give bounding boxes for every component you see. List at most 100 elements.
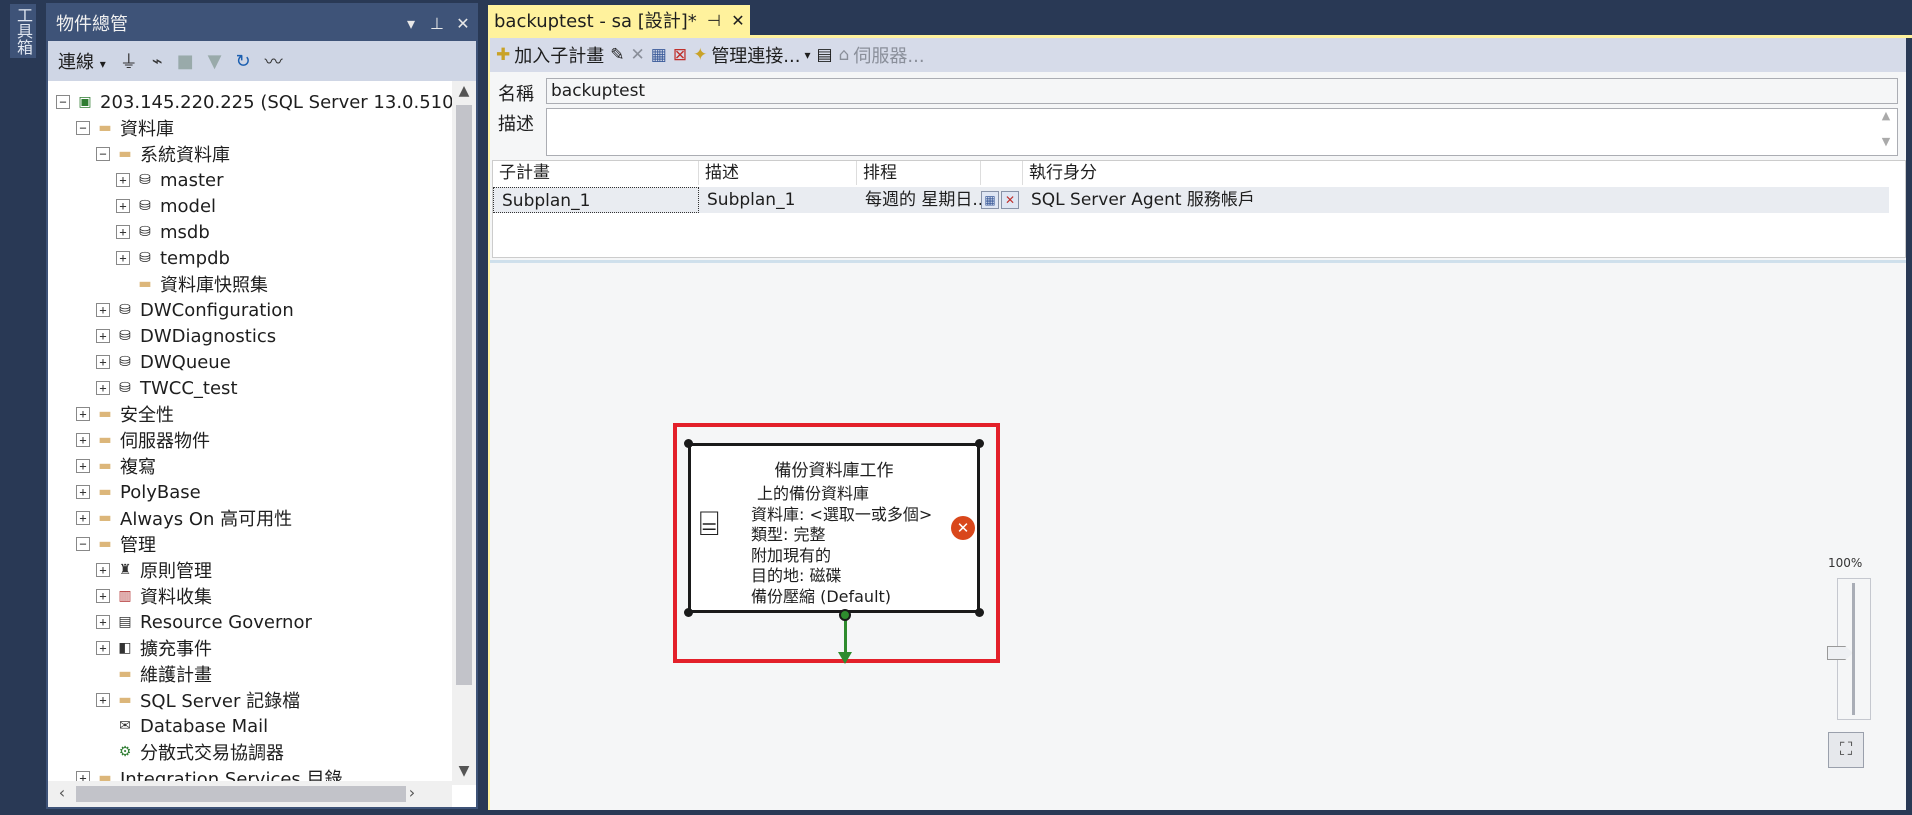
resize-handle-top-right[interactable] [975,439,984,448]
tree-item[interactable]: + ◧ 擴充事件 [96,635,212,661]
tree-item[interactable]: + ⛁ DWDiagnostics [96,323,276,349]
scroll-up-icon[interactable]: ▲ [452,83,476,103]
tree-item[interactable]: + ⛁ DWConfiguration [96,297,294,323]
tree-item[interactable]: + ⛁ DWQueue [96,349,231,375]
tree-item[interactable]: − ▬ 資料庫 [76,115,174,141]
expand-icon[interactable]: + [96,693,110,707]
tree-item[interactable]: + ▬ SQL Server 記錄檔 [96,687,300,713]
tree-item[interactable]: + ▬ 安全性 [76,401,174,427]
document-tab[interactable]: backuptest - sa [設計]* ⊣ ✕ [488,5,750,35]
expand-icon[interactable]: + [116,199,130,213]
designer-splitter[interactable] [490,260,1906,263]
dropdown-arrow-icon[interactable]: ▾ [398,14,424,33]
tree-item[interactable]: + ⛁ model [116,193,216,219]
scroll-right-icon[interactable]: › [402,783,422,802]
scroll-thumb[interactable] [456,105,472,685]
tree-item[interactable]: + ▤ Resource Governor [96,609,312,635]
manage-connections-button[interactable]: ✦ 管理連接... ▾ [693,42,810,68]
grid-header-run-as[interactable]: 執行身分 [1023,161,1889,185]
grid-header-description[interactable]: 描述 [699,161,857,185]
add-subplan-button[interactable]: ✚ 加入子計畫 [496,42,604,68]
scroll-left-icon[interactable]: ‹ [52,783,72,802]
connect-button[interactable]: 連線 ▾ [58,48,106,74]
horizontal-scrollbar[interactable]: ‹ › [48,781,452,807]
expand-icon[interactable]: + [116,251,130,265]
pin-icon[interactable]: ⊣ [702,11,726,30]
tree-item[interactable]: −▣ 203.145.220.225 (SQL Server 13.0.5103.… [56,89,452,115]
delete-subplan-button[interactable]: ✕ [631,45,645,65]
filter-icon[interactable]: ▼ [208,51,222,72]
grid-header-schedule[interactable]: 排程 [857,161,981,185]
vertical-scrollbar[interactable]: ▲ ▼ [452,81,476,785]
schedule-button[interactable]: ▦ [651,45,667,65]
expand-icon[interactable]: + [96,303,110,317]
expand-icon[interactable]: + [96,641,110,655]
name-field[interactable]: backuptest [546,78,1898,104]
expand-icon[interactable]: + [96,355,110,369]
collapse-icon[interactable]: − [76,537,90,551]
error-icon[interactable]: ✕ [951,516,975,540]
reporting-button[interactable]: ▤ [817,45,833,65]
toolbox-tab[interactable]: 工具箱 [10,4,36,58]
expand-icon[interactable]: + [96,329,110,343]
tree-item[interactable]: ⚙ 分散式交易協調器 [96,739,284,765]
edit-subplan-button[interactable]: ✎ [610,45,624,65]
grid-cell-description[interactable]: Subplan_1 [699,187,857,213]
expand-icon[interactable]: + [116,173,130,187]
expand-icon[interactable]: + [116,225,130,239]
tree-item[interactable]: ✉ Database Mail [96,713,268,739]
tree-item[interactable]: + ⛁ msdb [116,219,210,245]
expand-icon[interactable]: + [76,511,90,525]
connector-handle[interactable] [839,609,851,621]
resize-handle-bottom-left[interactable] [684,608,693,617]
activity-monitor-icon[interactable]: 〰 [265,48,283,74]
scroll-thumb-horizontal[interactable] [76,786,406,802]
tree-item[interactable]: + ▥ 資料收集 [96,583,212,609]
zoom-to-fit-icon[interactable]: ⛶ [1828,732,1864,768]
description-scrollbar[interactable]: ▲ ▼ [1875,109,1897,155]
disconnect-plug-icon[interactable]: ⌁ [152,51,163,72]
connect-plug-icon[interactable]: ⏚ [120,48,138,74]
tree-item[interactable]: + ▬ PolyBase [76,479,201,505]
backup-database-task[interactable]: 備份資料庫工作 ⌸ 上的備份資料庫 資料庫: <選取一或多個> 類型: 完整 附加現有… [688,443,980,613]
tree-item[interactable]: + ⛁ TWCC_test [96,375,238,401]
tree-item[interactable]: ▬ 資料庫快照集 [116,271,268,297]
collapse-icon[interactable]: − [76,121,90,135]
tree-item[interactable]: − ▬ 管理 [76,531,156,557]
tree-item[interactable]: − ▬ 系統資料庫 [96,141,230,167]
expand-icon[interactable]: + [96,589,110,603]
resize-handle-top-left[interactable] [684,439,693,448]
description-field[interactable]: ▲ ▼ [546,108,1898,156]
expand-icon[interactable]: + [96,615,110,629]
grid-header-subplan[interactable]: 子計畫 [493,161,699,185]
close-icon[interactable]: ✕ [450,14,476,33]
servers-button[interactable]: ⌂ 伺服器... [839,42,925,68]
edit-schedule-icon[interactable]: ▦ [981,191,999,209]
tree-item[interactable]: + ♜ 原則管理 [96,557,212,583]
expand-icon[interactable]: + [76,485,90,499]
stop-icon[interactable]: ■ [177,51,194,72]
expand-icon[interactable]: + [76,407,90,421]
expand-icon[interactable]: + [76,459,90,473]
tree-item[interactable]: + ⛁ tempdb [116,245,230,271]
grid-cell-subplan[interactable]: Subplan_1 [493,187,699,213]
scroll-down-icon[interactable]: ▼ [452,763,476,783]
expand-icon[interactable]: + [96,563,110,577]
expand-icon[interactable]: + [76,433,90,447]
resize-handle-bottom-right[interactable] [975,608,984,617]
remove-schedule-icon[interactable]: ✕ [1001,191,1019,209]
refresh-icon[interactable]: ↻ [235,51,250,72]
close-icon[interactable]: ✕ [726,11,750,30]
collapse-icon[interactable]: − [56,95,70,109]
collapse-icon[interactable]: − [96,147,110,161]
tree-item[interactable]: + ▬ 伺服器物件 [76,427,210,453]
expand-icon[interactable]: + [96,381,110,395]
grid-cell-run-as[interactable]: SQL Server Agent 服務帳戶 [1023,187,1889,213]
tree-item[interactable]: + ▬ Always On 高可用性 [76,505,292,531]
remove-schedule-button[interactable]: ⊠ [673,45,687,65]
pin-icon[interactable]: ⊥ [424,14,450,33]
grid-cell-schedule[interactable]: 每週的 星期日... [857,187,981,213]
tree-item[interactable]: + ▬ 複寫 [76,453,156,479]
tree-item[interactable]: + ⛁ master [116,167,223,193]
tree-item[interactable]: ▬ 維護計畫 [96,661,212,687]
